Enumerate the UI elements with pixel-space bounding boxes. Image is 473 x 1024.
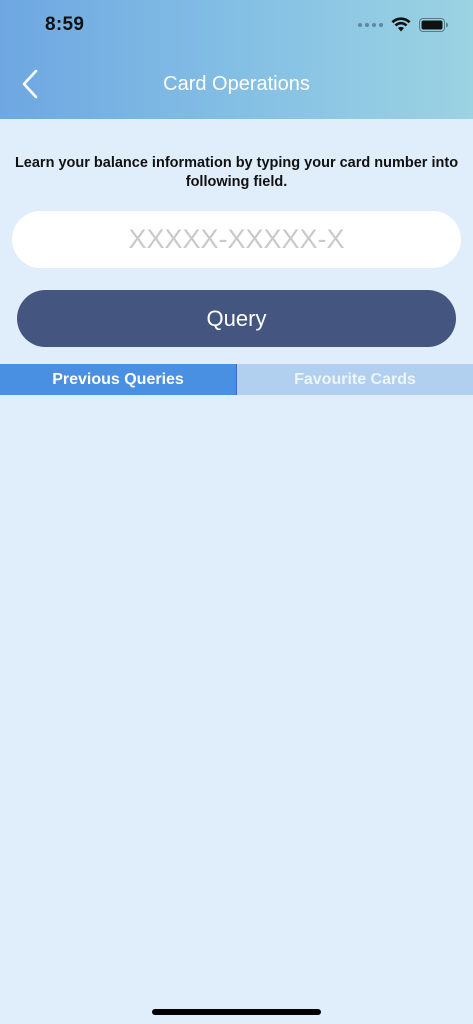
cellular-signal-icon	[358, 22, 383, 27]
battery-icon	[419, 17, 448, 32]
status-time: 8:59	[45, 14, 85, 35]
tab-previous-queries[interactable]: Previous Queries	[0, 364, 237, 395]
card-number-input[interactable]	[12, 211, 461, 268]
instructions-text: Learn your balance information by typing…	[14, 155, 459, 190]
header: 8:59 Card Operations	[0, 0, 473, 119]
tab-bar: Previous Queries Favourite Cards	[0, 364, 473, 395]
page-title: Card Operations	[163, 73, 310, 95]
tab-favourite-cards[interactable]: Favourite Cards	[237, 364, 473, 395]
app-screen: 8:59 Card Operations Learn your balance	[0, 0, 473, 1024]
status-icons	[358, 17, 449, 32]
home-indicator	[152, 1009, 321, 1015]
wifi-icon	[391, 17, 411, 32]
query-button[interactable]: Query	[17, 290, 456, 347]
